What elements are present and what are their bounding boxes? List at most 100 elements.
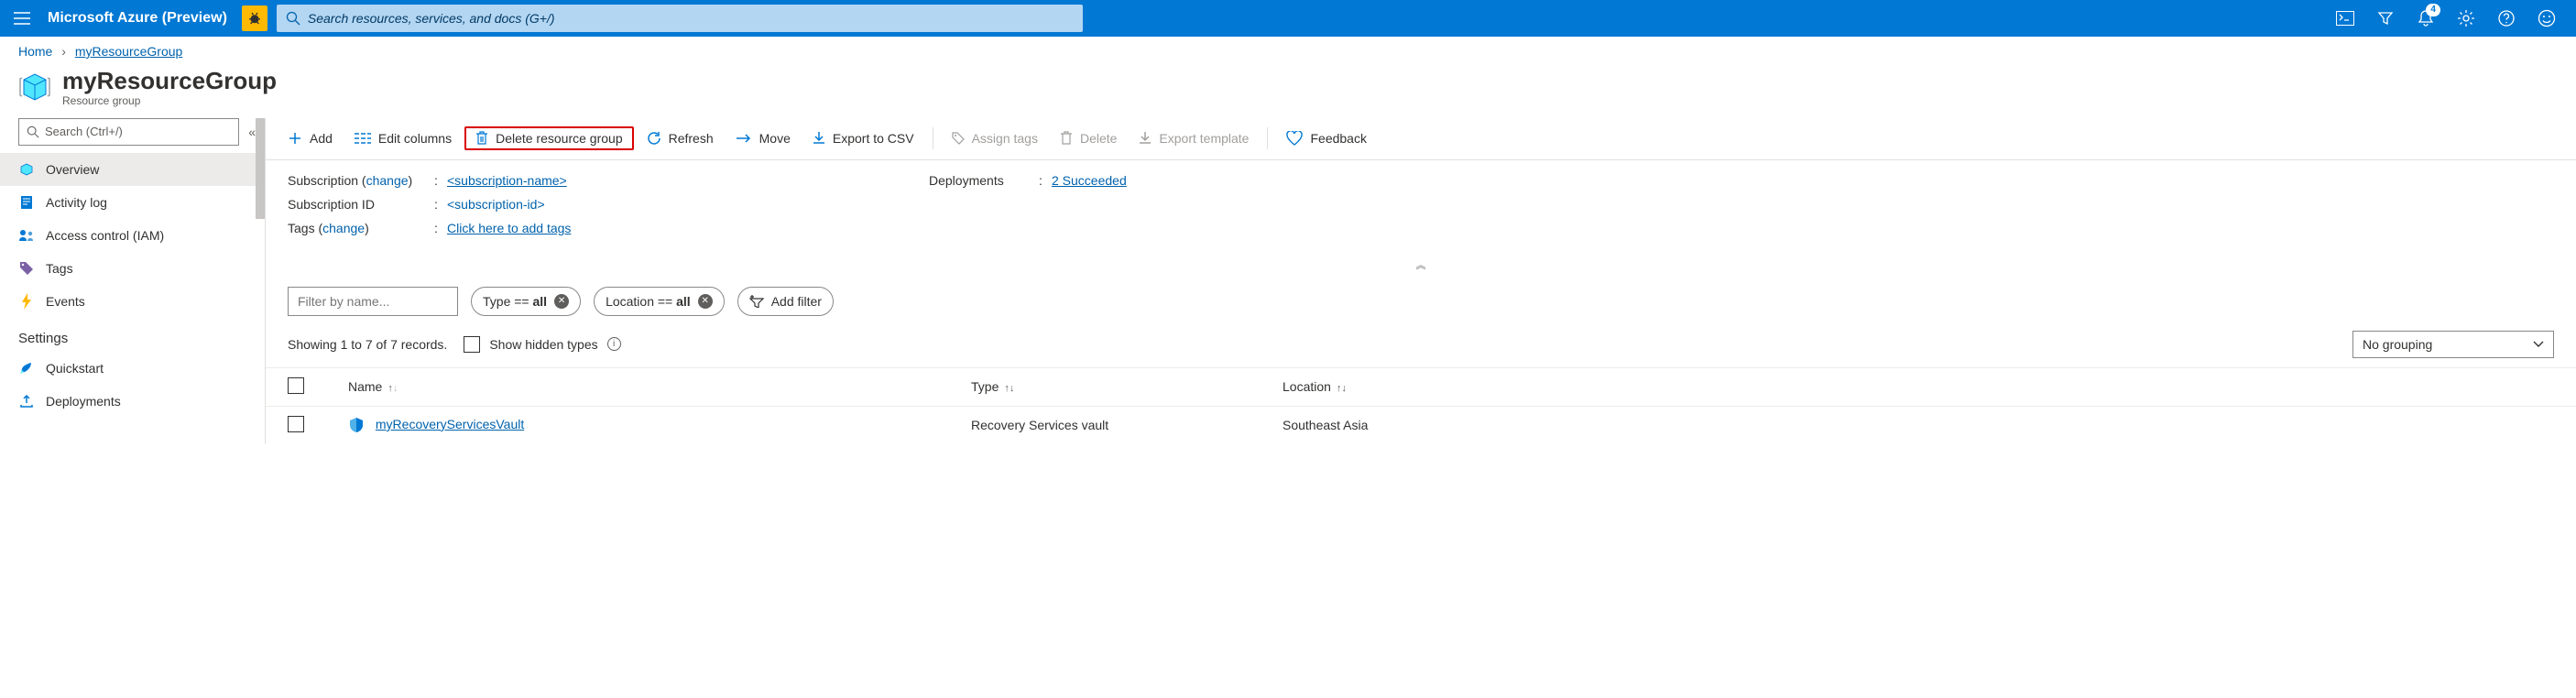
arrow-right-icon (736, 133, 752, 144)
change-tags-link[interactable]: change (322, 221, 365, 235)
filter-bar: Type == all ✕ Location == all ✕ Add filt… (266, 281, 2576, 322)
filter-icon (2377, 10, 2394, 27)
notifications-button[interactable]: 4 (2406, 0, 2446, 37)
trash-icon (1060, 131, 1073, 146)
sidebar-item-iam[interactable]: Access control (IAM) (0, 219, 265, 252)
trash-icon (475, 131, 488, 146)
delete-resource-group-button[interactable]: Delete resource group (464, 126, 634, 150)
global-search-input[interactable] (308, 11, 1074, 26)
page-header: myResourceGroup Resource group (0, 62, 2576, 118)
sidebar-scrollbar[interactable] (256, 118, 265, 444)
sidebar-item-deployments[interactable]: Deployments (0, 385, 265, 418)
grouping-dropdown[interactable]: No grouping (2352, 331, 2554, 358)
resource-name-link[interactable]: myRecoveryServicesVault (376, 417, 524, 431)
sidebar-item-overview[interactable]: Overview (0, 153, 265, 186)
sidebar-item-label: Quickstart (46, 361, 104, 376)
add-tags-link[interactable]: Click here to add tags (447, 221, 571, 235)
sidebar-item-quickstart[interactable]: Quickstart (0, 352, 265, 385)
collapse-essentials-button[interactable]: ︽ (266, 254, 2576, 281)
clear-type-filter-icon[interactable]: ✕ (554, 294, 569, 309)
delete-button: Delete (1051, 127, 1126, 149)
plus-icon (288, 131, 302, 146)
breadcrumb-current[interactable]: myResourceGroup (75, 44, 183, 59)
page-subtitle: Resource group (62, 94, 277, 107)
move-button[interactable]: Move (726, 127, 800, 149)
sidebar-item-label: Events (46, 294, 85, 309)
feedback-button[interactable]: Feedback (1277, 127, 1375, 149)
edit-columns-button[interactable]: Edit columns (345, 127, 461, 149)
sidebar-item-activity-log[interactable]: Activity log (0, 186, 265, 219)
bug-icon (246, 10, 263, 27)
help-button[interactable] (2486, 0, 2527, 37)
brand-label[interactable]: Microsoft Azure (Preview) (44, 10, 242, 27)
global-search[interactable] (277, 5, 1083, 32)
refresh-button[interactable]: Refresh (638, 127, 723, 149)
column-header-type[interactable]: Type↑↓ (949, 367, 1261, 406)
checkbox-icon (464, 336, 480, 353)
assign-tags-button: Assign tags (943, 127, 1047, 149)
sidebar-section-settings: Settings (0, 318, 265, 352)
breadcrumb-home[interactable]: Home (18, 44, 52, 59)
column-header-location[interactable]: Location↑↓ (1261, 367, 2576, 406)
smiley-icon (2538, 9, 2556, 27)
heart-icon (1286, 131, 1303, 146)
refresh-icon (647, 131, 661, 146)
add-button[interactable]: Add (278, 127, 342, 149)
settings-button[interactable] (2446, 0, 2486, 37)
hamburger-menu[interactable] (0, 0, 44, 37)
resource-location-cell: Southeast Asia (1261, 406, 2576, 444)
chevron-down-icon (2533, 341, 2544, 348)
subscription-name-link[interactable]: <subscription-name> (447, 173, 567, 188)
command-bar: Add Edit columns Delete resource group R… (266, 118, 2576, 160)
sidebar-item-events[interactable]: Events (0, 285, 265, 318)
essentials-subscription-id: Subscription ID : <subscription-id> (288, 197, 929, 212)
sidebar-item-tags[interactable]: Tags (0, 252, 265, 285)
cloud-shell-icon (2336, 11, 2354, 26)
change-subscription-link[interactable]: change (366, 173, 409, 188)
collapse-sidebar-button[interactable]: « (248, 125, 256, 139)
breadcrumb-separator: › (61, 44, 66, 59)
add-filter-button[interactable]: Add filter (737, 287, 834, 316)
sort-icon: ↑↓ (387, 383, 398, 394)
tag-icon (952, 132, 965, 145)
records-count-label: Showing 1 to 7 of 7 records. (288, 337, 447, 352)
table-row[interactable]: myRecoveryServicesVault Recovery Service… (266, 406, 2576, 444)
subscription-id-value[interactable]: <subscription-id> (447, 197, 545, 212)
toolbar-divider (1267, 127, 1268, 149)
resource-type-cell: Recovery Services vault (949, 406, 1261, 444)
cube-icon (18, 162, 35, 177)
feedback-face-button[interactable] (2527, 0, 2567, 37)
records-bar: Showing 1 to 7 of 7 records. Show hidden… (266, 322, 2576, 367)
info-icon[interactable]: i (607, 337, 621, 351)
column-header-name[interactable]: Name↑↓ (326, 367, 949, 406)
tag-icon (18, 261, 35, 276)
select-all-checkbox[interactable] (288, 377, 304, 394)
download-icon (813, 131, 825, 146)
row-checkbox[interactable] (288, 416, 304, 432)
resource-group-icon (16, 69, 53, 105)
sidebar-item-label: Overview (46, 162, 99, 177)
sidebar-item-label: Access control (IAM) (46, 228, 164, 243)
show-hidden-types-toggle[interactable]: Show hidden types i (464, 336, 620, 353)
location-filter-pill[interactable]: Location == all ✕ (594, 287, 725, 316)
sidebar: « Overview Activity log Access control (… (0, 118, 266, 444)
sidebar-item-label: Tags (46, 261, 73, 276)
sidebar-item-label: Activity log (46, 195, 107, 210)
directory-filter-button[interactable] (2365, 0, 2406, 37)
sidebar-search[interactable] (18, 118, 239, 146)
people-icon (18, 228, 35, 243)
resources-table: Name↑↓ Type↑↓ Location↑↓ myRecoveryServi… (266, 367, 2576, 444)
sidebar-search-input[interactable] (45, 125, 231, 138)
export-csv-button[interactable]: Export to CSV (803, 127, 923, 149)
cloud-shell-button[interactable] (2325, 0, 2365, 37)
preview-bug-button[interactable] (242, 5, 267, 31)
table-header-row: Name↑↓ Type↑↓ Location↑↓ (266, 367, 2576, 406)
clear-location-filter-icon[interactable]: ✕ (698, 294, 713, 309)
export-template-button: Export template (1130, 127, 1258, 149)
filter-by-name-input[interactable] (288, 287, 458, 316)
content-area: Add Edit columns Delete resource group R… (266, 118, 2576, 444)
hamburger-icon (14, 12, 30, 25)
log-icon (18, 195, 35, 210)
type-filter-pill[interactable]: Type == all ✕ (471, 287, 581, 316)
deployments-link[interactable]: 2 Succeeded (1052, 173, 1127, 188)
